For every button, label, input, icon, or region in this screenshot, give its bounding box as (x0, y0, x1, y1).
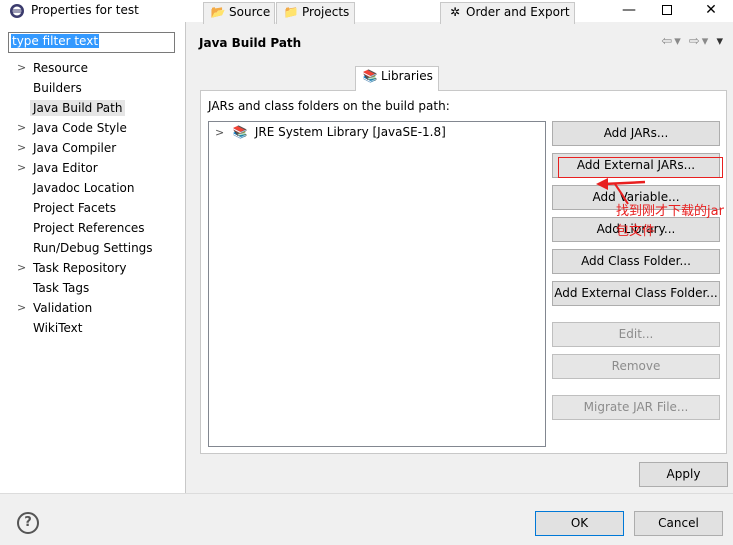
tab-projects[interactable]: 📁 Projects (276, 2, 355, 24)
tree-item-task-repository[interactable]: > Task Repository (0, 258, 185, 278)
tree-item-builders[interactable]: Builders (0, 78, 185, 98)
libraries-tree[interactable]: > 📚 JRE System Library [JavaSE-1.8] (208, 121, 546, 447)
title-bar: Properties for test — ✕ (0, 0, 733, 22)
back-arrow-icon[interactable]: ⇦ (661, 34, 674, 49)
forward-dropdown-icon[interactable]: ▾ (702, 34, 711, 49)
remove-button[interactable]: Remove (552, 354, 720, 379)
library-item[interactable]: > 📚 JRE System Library [JavaSE-1.8] (215, 125, 446, 139)
migrate-jar-button[interactable]: Migrate JAR File... (552, 395, 720, 420)
history-navigation: ⇦▾ ⇨▾ ▾ (661, 34, 725, 49)
tree-item-project-references[interactable]: Project References (0, 218, 185, 238)
add-jars-button[interactable]: Add JARs... (552, 121, 720, 146)
tab-order-and-export[interactable]: ✲ Order and Export (440, 2, 575, 24)
tree-item-resource[interactable]: > Resource (0, 58, 185, 78)
ok-button[interactable]: OK (535, 511, 624, 536)
edit-button[interactable]: Edit... (552, 322, 720, 347)
tree-item-run-debug-settings[interactable]: Run/Debug Settings (0, 238, 185, 258)
add-class-folder-button[interactable]: Add Class Folder... (552, 249, 720, 274)
window-title: Properties for test (31, 3, 139, 17)
tab-libraries[interactable]: 📚 Libraries (355, 66, 439, 91)
tree-item-task-tags[interactable]: Task Tags (0, 278, 185, 298)
cancel-button[interactable]: Cancel (634, 511, 723, 536)
maximize-icon (662, 5, 672, 15)
page-header: Java Build Path ⇦▾ ⇨▾ ▾ (187, 22, 733, 64)
source-folder-icon: 📂 (210, 5, 226, 19)
tree-item-validation[interactable]: > Validation (0, 298, 185, 318)
expand-arrow-icon[interactable]: > (17, 298, 26, 318)
projects-icon: 📁 (283, 5, 299, 19)
filter-text: type filter text (11, 34, 100, 48)
order-export-icon: ✲ (449, 5, 461, 19)
expand-arrow-icon[interactable]: > (215, 126, 224, 139)
tree-item-javadoc-location[interactable]: Javadoc Location (0, 178, 185, 198)
expand-arrow-icon[interactable]: > (17, 118, 26, 138)
expand-arrow-icon[interactable]: > (17, 158, 26, 178)
minimize-button[interactable]: — (612, 0, 646, 22)
add-external-class-folder-button[interactable]: Add External Class Folder... (552, 281, 720, 306)
tree-item-java-build-path[interactable]: Java Build Path (0, 98, 185, 118)
page-title: Java Build Path (199, 36, 302, 50)
forward-arrow-icon[interactable]: ⇨ (689, 34, 702, 49)
build-path-label: JARs and class folders on the build path… (208, 99, 450, 113)
close-button[interactable]: ✕ (694, 0, 728, 22)
properties-navigation: type filter text > Resource Builders Java… (0, 22, 186, 493)
tree-item-project-facets[interactable]: Project Facets (0, 198, 185, 218)
help-icon[interactable]: ? (17, 512, 39, 534)
tree-item-java-compiler[interactable]: > Java Compiler (0, 138, 185, 158)
maximize-button[interactable] (650, 0, 684, 22)
apply-button[interactable]: Apply (639, 462, 728, 487)
tree-item-java-editor[interactable]: > Java Editor (0, 158, 185, 178)
annotation-note: 找到刚才下载的jar包文件 (616, 204, 724, 239)
tab-source[interactable]: 📂 Source (203, 2, 275, 24)
tree-item-java-code-style[interactable]: > Java Code Style (0, 118, 185, 138)
properties-tree: > Resource Builders Java Build Path > Java… (0, 58, 185, 338)
eclipse-icon (10, 4, 24, 18)
expand-arrow-icon[interactable]: > (17, 138, 26, 158)
tree-item-wikitext[interactable]: WikiText (0, 318, 185, 338)
back-dropdown-icon[interactable]: ▾ (674, 34, 683, 49)
libraries-icon: 📚 (362, 69, 378, 83)
library-jar-icon: 📚 (232, 125, 248, 139)
filter-input[interactable]: type filter text (8, 32, 175, 53)
expand-arrow-icon[interactable]: > (17, 258, 26, 278)
view-menu-icon[interactable]: ▾ (716, 34, 725, 49)
expand-arrow-icon[interactable]: > (17, 58, 26, 78)
